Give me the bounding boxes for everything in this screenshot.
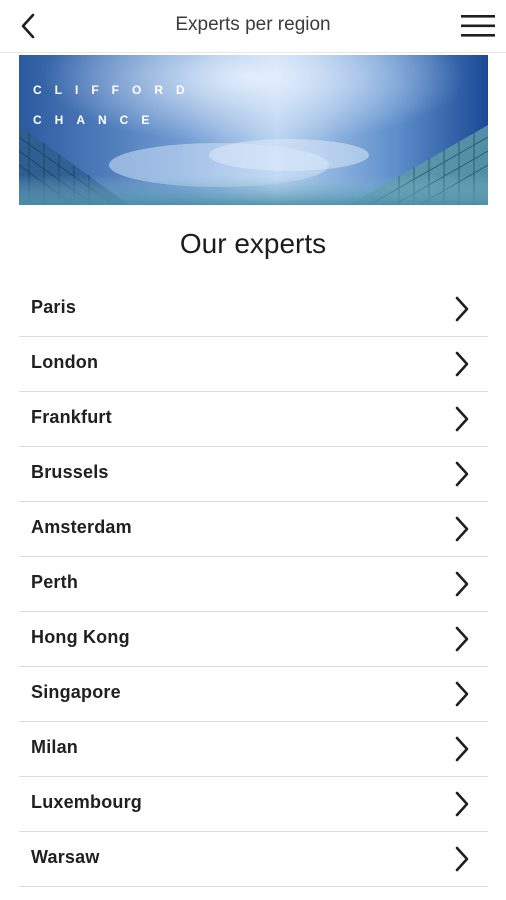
chevron-right-icon — [455, 846, 469, 872]
list-item-warsaw[interactable]: Warsaw — [19, 832, 488, 887]
hamburger-menu-icon — [461, 15, 495, 37]
list-item-luxembourg[interactable]: Luxembourg — [19, 777, 488, 832]
section-heading: Our experts — [179, 228, 327, 259]
list-item-label: Luxembourg — [31, 792, 143, 812]
chevron-left-icon — [21, 13, 35, 39]
logo-line-1: CLIFFORD — [33, 83, 198, 97]
list-item-label: Brussels — [31, 462, 109, 482]
list-item-label: Paris — [31, 297, 77, 317]
page-title: Experts per region — [175, 14, 331, 35]
menu-button[interactable] — [458, 10, 498, 42]
list-item-label: Warsaw — [31, 847, 100, 867]
list-item-label: Hong Kong — [31, 627, 130, 647]
chevron-right-icon — [455, 736, 469, 762]
chevron-right-icon — [455, 461, 469, 487]
clifford-chance-logo: CLIFFORD CHANCE — [33, 75, 198, 135]
list-item-london[interactable]: London — [19, 337, 488, 392]
logo-line-2: CHANCE — [33, 113, 163, 127]
list-item-milan[interactable]: Milan — [19, 722, 488, 777]
banner-image: CLIFFORD CHANCE — [19, 55, 488, 205]
list-item-label: Amsterdam — [31, 517, 132, 537]
list-item-label: Singapore — [31, 682, 121, 702]
list-item-paris[interactable]: Paris — [19, 282, 488, 337]
back-button[interactable] — [8, 8, 48, 44]
list-item-hong-kong[interactable]: Hong Kong — [19, 612, 488, 667]
list-item-amsterdam[interactable]: Amsterdam — [19, 502, 488, 557]
list-item-label: London — [31, 352, 99, 372]
chevron-right-icon — [455, 681, 469, 707]
list-item-label: Frankfurt — [31, 407, 112, 427]
chevron-right-icon — [455, 296, 469, 322]
chevron-right-icon — [455, 791, 469, 817]
chevron-right-icon — [455, 516, 469, 542]
list-item-brussels[interactable]: Brussels — [19, 447, 488, 502]
region-list: Paris London Frankfurt Brussels Amsterda… — [19, 282, 488, 887]
list-item-label: Perth — [31, 572, 79, 592]
chevron-right-icon — [455, 571, 469, 597]
list-item-singapore[interactable]: Singapore — [19, 667, 488, 722]
top-bar: Experts per region — [0, 0, 506, 53]
list-item-frankfurt[interactable]: Frankfurt — [19, 392, 488, 447]
chevron-right-icon — [455, 406, 469, 432]
list-item-perth[interactable]: Perth — [19, 557, 488, 612]
list-item-label: Milan — [31, 737, 79, 757]
chevron-right-icon — [455, 351, 469, 377]
chevron-right-icon — [455, 626, 469, 652]
